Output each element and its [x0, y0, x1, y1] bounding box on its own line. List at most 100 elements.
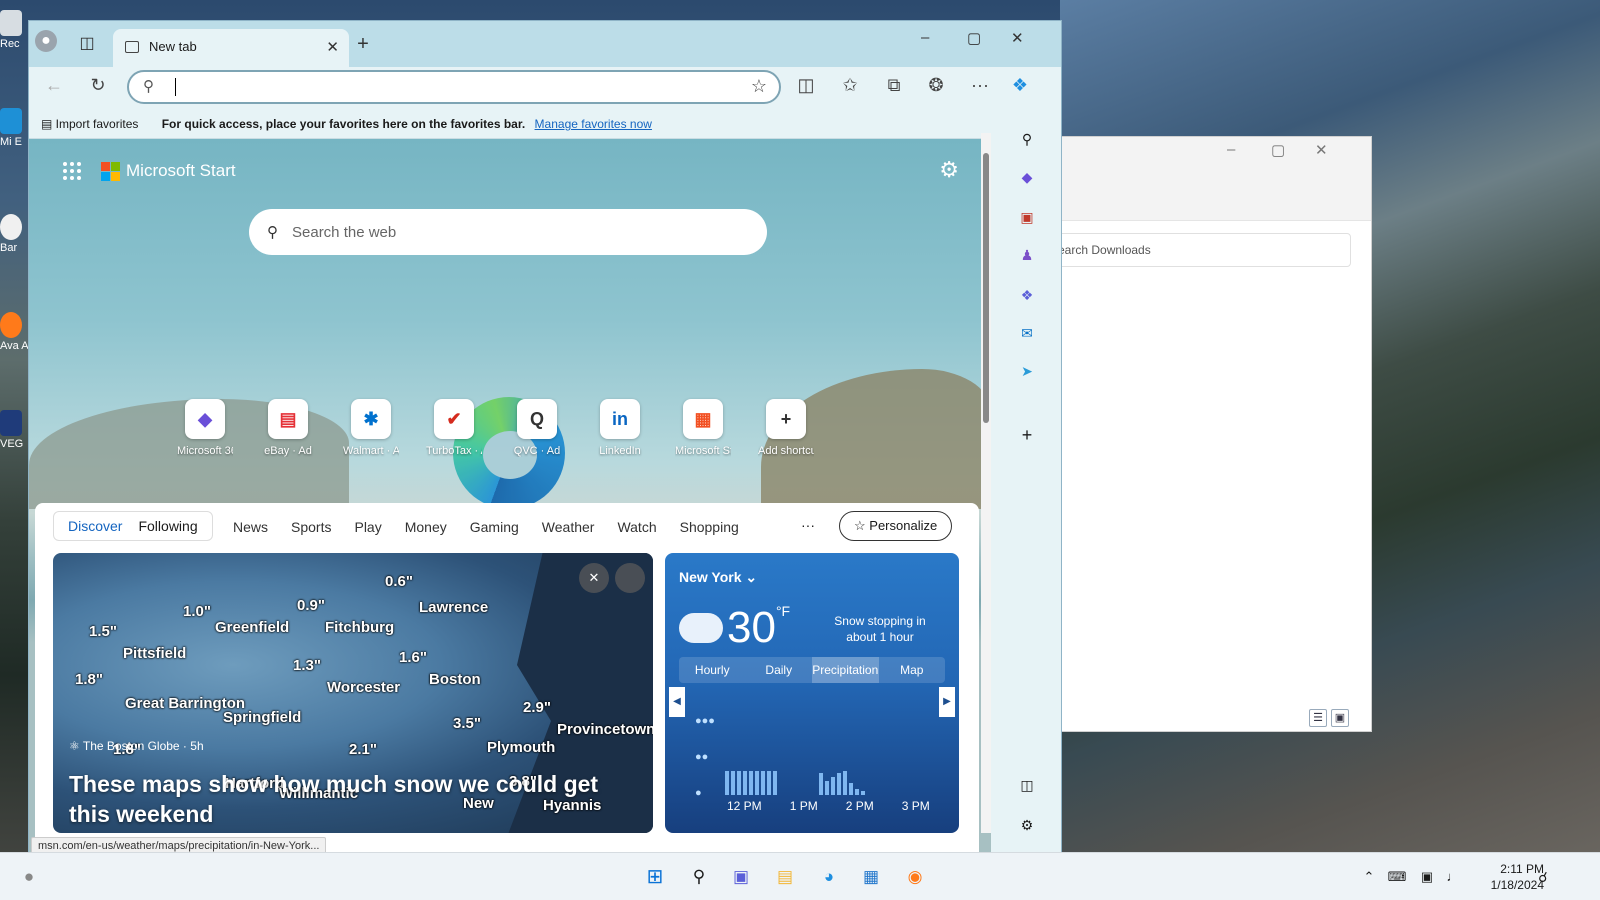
file-explorer-icon[interactable]: ▤: [772, 864, 798, 890]
sidebar-tools-icon[interactable]: ▣: [1017, 207, 1037, 227]
browser-essentials-icon[interactable]: ❂: [923, 75, 949, 96]
shortcut-tile[interactable]: Q QVC · Ad: [509, 399, 565, 457]
profile-avatar[interactable]: ●: [35, 30, 57, 52]
desktop-icon-veg[interactable]: VEG: [0, 410, 28, 450]
copilot-icon[interactable]: ❖: [1007, 75, 1033, 96]
tab-discover[interactable]: Discover: [60, 518, 130, 534]
close-button[interactable]: ✕: [1011, 29, 1024, 47]
import-favorites-button[interactable]: Import favorites: [56, 117, 139, 131]
explorer-search-input[interactable]: Search Downloads: [1041, 233, 1351, 267]
weather-prev-arrow[interactable]: ◀: [669, 687, 685, 717]
shortcut-label: LinkedIn: [599, 445, 641, 457]
split-screen-icon[interactable]: ◫: [793, 75, 819, 96]
explorer-minimize-button[interactable]: –: [1227, 141, 1235, 158]
sidebar-m365-icon[interactable]: ❖: [1017, 285, 1037, 305]
tab-shopping[interactable]: Shopping: [680, 519, 739, 535]
weather-tab-precipitation[interactable]: Precipitation: [812, 657, 879, 683]
story-headline[interactable]: These maps show how much snow we could g…: [69, 769, 639, 833]
favorites-icon[interactable]: ✩: [837, 75, 863, 96]
desktop-icon-bar[interactable]: Bar: [0, 214, 28, 254]
tiles-view-icon[interactable]: ▣: [1331, 709, 1349, 727]
start-menu-icon[interactable]: ⊞: [642, 864, 668, 890]
close-icon[interactable]: ✕: [579, 563, 609, 593]
tab-following[interactable]: Following: [130, 518, 205, 534]
chat-icon[interactable]: ▣: [728, 864, 754, 890]
refresh-button[interactable]: ↻: [85, 75, 111, 96]
maximize-button[interactable]: ▢: [967, 29, 981, 47]
shortcut-tile[interactable]: ▦ Microsoft St...: [675, 399, 731, 457]
tab-money[interactable]: Money: [405, 519, 447, 535]
weather-location[interactable]: New York ⌄: [679, 569, 757, 586]
weather-card[interactable]: New York ⌄ 30°F Snow stopping in about 1…: [665, 553, 959, 833]
desktop-icon-avast[interactable]: Ava An: [0, 312, 28, 352]
store-icon[interactable]: ▦: [858, 864, 884, 890]
tab-close-icon[interactable]: ✕: [326, 38, 339, 56]
back-button[interactable]: ←: [41, 75, 67, 96]
sidebar-search-icon[interactable]: ⚲: [1017, 129, 1037, 149]
sidebar-games-icon[interactable]: ♟: [1017, 245, 1037, 265]
app-launcher-icon[interactable]: [63, 162, 81, 180]
desktop-icon-label: Rec: [0, 38, 20, 50]
sidebar-drop-icon[interactable]: ➤: [1017, 361, 1037, 381]
shortcut-tile[interactable]: + Add shortcut: [758, 399, 814, 457]
new-tab-button[interactable]: +: [349, 30, 377, 58]
weather-tab-hourly[interactable]: Hourly: [679, 657, 746, 683]
map-label: Provincetown: [557, 721, 653, 738]
tray-chevron-up-icon[interactable]: ⌃: [1356, 864, 1382, 890]
avast-icon[interactable]: ◉: [902, 864, 928, 890]
sidebar-settings-gear-icon[interactable]: ⚙: [1017, 815, 1037, 835]
shortcut-icon: ▦: [683, 399, 723, 439]
manage-favorites-link[interactable]: Manage favorites now: [535, 117, 652, 131]
page-settings-gear-icon[interactable]: ⚙: [939, 157, 959, 183]
more-options-icon[interactable]: [615, 563, 645, 593]
favorite-star-icon[interactable]: ☆: [751, 76, 767, 97]
shortcut-tile[interactable]: ▤ eBay · Ad: [260, 399, 316, 457]
shortcut-tile[interactable]: ◆ Microsoft 365: [177, 399, 233, 457]
desktop-icon-edge[interactable]: Mi E: [0, 108, 28, 148]
map-label: 0.9": [297, 597, 325, 614]
tab-actions-icon[interactable]: ◫: [73, 30, 101, 58]
page-scrollbar[interactable]: [981, 133, 991, 833]
sidebar-hide-icon[interactable]: ◫: [1017, 775, 1037, 795]
network-icon[interactable]: ▣: [1414, 864, 1440, 890]
minimize-button[interactable]: –: [921, 29, 929, 46]
tab-weather[interactable]: Weather: [542, 519, 595, 535]
feed-categories: News Sports Play Money Gaming Weather Watch Sho…: [233, 519, 739, 535]
collections-icon[interactable]: ⧉: [881, 75, 907, 96]
sidebar-outlook-icon[interactable]: ✉: [1017, 323, 1037, 343]
source-icon: ⚛: [69, 739, 83, 753]
address-bar[interactable]: ⚲ ☆: [127, 70, 781, 104]
sidebar-add-icon[interactable]: +: [1017, 425, 1037, 445]
shortcut-tile[interactable]: ✔ TurboTax · Ad: [426, 399, 482, 457]
explorer-close-button[interactable]: ✕: [1315, 141, 1328, 159]
shortcut-tile[interactable]: in LinkedIn: [592, 399, 648, 457]
weather-next-arrow[interactable]: ▶: [939, 687, 955, 717]
personalize-button[interactable]: ☆ Personalize: [839, 511, 953, 541]
web-search-input[interactable]: ⚲ Search the web: [249, 209, 767, 255]
explorer-maximize-button[interactable]: ▢: [1271, 141, 1285, 159]
tab-watch[interactable]: Watch: [617, 519, 656, 535]
story-card[interactable]: 1.0" 0.9" 0.6" Lawrence 1.5" Greenfield Fitchb…: [53, 553, 653, 833]
edge-taskbar-icon[interactable]: ◕: [816, 864, 842, 890]
tab-news[interactable]: News: [233, 519, 268, 535]
weather-tab-daily[interactable]: Daily: [746, 657, 813, 683]
tab-sports[interactable]: Sports: [291, 519, 331, 535]
settings-more-icon[interactable]: ···: [967, 75, 993, 96]
tab-gaming[interactable]: Gaming: [470, 519, 519, 535]
notification-icon[interactable]: ☌: [1530, 864, 1556, 890]
keyboard-icon[interactable]: ⌨: [1384, 864, 1410, 890]
tab-play[interactable]: Play: [354, 519, 381, 535]
scrollbar-thumb[interactable]: [983, 153, 989, 423]
more-categories-button[interactable]: ···: [801, 517, 815, 533]
volume-icon[interactable]: ♩: [1440, 864, 1466, 890]
details-view-icon[interactable]: ☰: [1309, 709, 1327, 727]
weather-tab-map[interactable]: Map: [879, 657, 946, 683]
map-label: Boston: [429, 671, 481, 688]
desktop-icon-recycle[interactable]: Rec: [0, 10, 28, 50]
tab-new-tab[interactable]: New tab ✕: [113, 29, 349, 67]
taskbar-search-icon[interactable]: ⚲: [686, 864, 712, 890]
sidebar-shopping-icon[interactable]: ◆: [1017, 167, 1037, 187]
shortcut-tile[interactable]: ✱ Walmart · Ad: [343, 399, 399, 457]
favorites-hint: For quick access, place your favorites h…: [161, 117, 526, 131]
widgets-icon[interactable]: ●: [16, 864, 42, 890]
